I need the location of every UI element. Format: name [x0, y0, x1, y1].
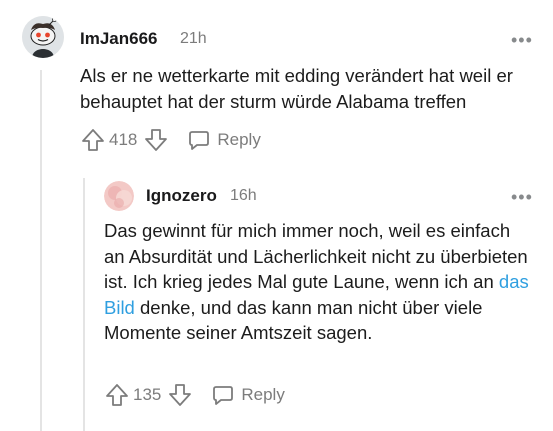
comment-body: Als er ne wetterkarte mit edding verände… [80, 63, 540, 114]
comment-text: Das gewinnt für mich immer noch, weil es… [104, 220, 528, 292]
more-options-button[interactable]: ••• [511, 188, 533, 206]
timestamp: 21h [180, 30, 207, 47]
downvote-icon [145, 129, 168, 151]
upvote-button[interactable] [80, 127, 106, 153]
more-icon: ••• [511, 30, 533, 50]
snoo-avatar-icon [22, 16, 64, 58]
more-icon: ••• [511, 187, 533, 207]
thread-line[interactable] [40, 70, 42, 431]
downvote-button[interactable] [167, 382, 193, 408]
username[interactable]: Ignozero [146, 186, 217, 206]
comment-body: Das gewinnt für mich immer noch, weil es… [104, 218, 534, 346]
timestamp: 16h [230, 187, 257, 204]
upvote-icon [82, 129, 104, 151]
avatar[interactable] [104, 181, 134, 211]
comment-actions: 418 Reply [80, 126, 261, 154]
reply-label: Reply [241, 385, 285, 404]
comment-text: Als er ne wetterkarte mit edding verände… [80, 65, 513, 112]
reply-label: Reply [217, 130, 261, 149]
reply-button[interactable]: Reply [187, 128, 261, 152]
upvote-icon [106, 384, 128, 406]
vote-score: 418 [109, 130, 138, 149]
reply-button[interactable]: Reply [211, 383, 285, 407]
more-options-button[interactable]: ••• [511, 31, 533, 49]
downvote-icon [169, 384, 192, 406]
upvote-button[interactable] [104, 382, 130, 408]
nested-thread-line[interactable] [83, 178, 85, 431]
reply-icon [189, 131, 210, 150]
vote-score: 135 [133, 385, 162, 404]
comment-text-continued: denke, und das kann man nicht über viele… [104, 296, 483, 344]
comment-actions: 135 Reply [104, 381, 285, 409]
downvote-button[interactable] [143, 127, 169, 153]
user-avatar-icon [104, 181, 134, 211]
username[interactable]: ImJan666 [80, 29, 158, 49]
reply-icon [213, 386, 234, 405]
avatar[interactable] [22, 16, 64, 58]
